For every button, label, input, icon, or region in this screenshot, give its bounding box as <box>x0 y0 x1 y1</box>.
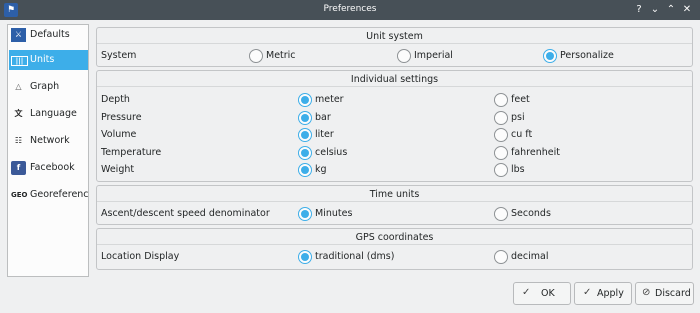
sidebar-item-label: Network <box>30 135 70 146</box>
weight-lbs-label[interactable]: lbs <box>511 164 525 175</box>
network-icon: ☷ <box>14 136 23 145</box>
temperature-fahrenheit-label[interactable]: fahrenheit <box>511 147 560 158</box>
help-icon[interactable]: ? <box>631 2 647 18</box>
depth-meter-label[interactable]: meter <box>315 94 344 105</box>
temperature-label: Temperature <box>101 147 162 158</box>
ruler-icon: ||| <box>11 56 28 66</box>
depth-feet-radio[interactable] <box>494 93 509 107</box>
weight-lbs-radio[interactable] <box>494 163 509 177</box>
weight-kg-label[interactable]: kg <box>315 164 327 175</box>
close-icon[interactable]: ✕ <box>679 2 695 18</box>
system-label: System <box>101 50 137 61</box>
group-title: Unit system <box>366 31 423 42</box>
location-display-label: Location Display <box>101 251 180 262</box>
volume-cuft-label[interactable]: cu ft <box>511 129 532 140</box>
minimize-icon[interactable]: ⌄ <box>647 2 663 18</box>
imperial-label[interactable]: Imperial <box>414 50 453 61</box>
minutes-radio[interactable] <box>298 207 313 221</box>
volume-cuft-radio[interactable] <box>494 128 509 142</box>
window-title: Preferences <box>323 4 377 14</box>
sidebar-item-units[interactable]: ||| Units <box>9 50 88 70</box>
sidebar-item-language[interactable]: 文 Language <box>9 104 88 124</box>
sidebar-item-label: Georeferenc <box>30 189 89 200</box>
imperial-radio[interactable] <box>397 49 412 63</box>
sidebar-item-facebook[interactable]: f Facebook <box>9 158 88 178</box>
check-icon: ✓ <box>583 287 592 298</box>
personalize-label[interactable]: Personalize <box>560 50 614 61</box>
geo-icon: GEO <box>11 191 28 199</box>
group-title: GPS coordinates <box>355 232 434 243</box>
time-units-group: Time units Ascent/descent speed denomina… <box>96 185 693 225</box>
divider <box>97 244 692 245</box>
speed-denominator-label: Ascent/descent speed denominator <box>101 208 270 219</box>
pressure-psi-radio[interactable] <box>494 111 509 125</box>
sidebar-item-label: Defaults <box>30 29 70 40</box>
seconds-label[interactable]: Seconds <box>511 208 551 219</box>
depth-feet-label[interactable]: feet <box>511 94 530 105</box>
sidebar-item-network[interactable]: ☷ Network <box>9 131 88 151</box>
sidebar-item-label: Units <box>30 54 55 65</box>
minutes-label[interactable]: Minutes <box>315 208 352 219</box>
check-icon: ✓ <box>522 287 531 298</box>
sidebar-item-label: Facebook <box>30 162 75 173</box>
personalize-radio[interactable] <box>543 49 558 63</box>
sidebar-item-georeference[interactable]: GEO Georeferenc <box>9 185 88 205</box>
preferences-sidebar: ⚔ Defaults ||| Units △ Graph 文 Language … <box>7 24 89 277</box>
sidebar-item-label: Graph <box>30 81 60 92</box>
temperature-fahrenheit-radio[interactable] <box>494 146 509 160</box>
sidebar-item-defaults[interactable]: ⚔ Defaults <box>9 25 88 45</box>
language-icon: 文 <box>14 109 23 118</box>
divider <box>97 201 692 202</box>
ok-button[interactable]: ✓ OK <box>513 282 571 305</box>
traditional-dms-label[interactable]: traditional (dms) <box>315 251 394 262</box>
apply-button[interactable]: ✓ Apply <box>574 282 632 305</box>
depth-label: Depth <box>101 94 130 105</box>
weight-kg-radio[interactable] <box>298 163 313 177</box>
pressure-bar-radio[interactable] <box>298 111 313 125</box>
volume-liter-label[interactable]: liter <box>315 129 334 140</box>
temperature-celsius-radio[interactable] <box>298 146 313 160</box>
traditional-dms-radio[interactable] <box>298 250 313 264</box>
graph-icon: △ <box>15 82 22 91</box>
group-title: Individual settings <box>350 74 439 85</box>
divider <box>97 43 692 44</box>
pressure-label: Pressure <box>101 112 142 123</box>
unit-system-group: Unit system System Metric Imperial Perso… <box>96 27 693 67</box>
volume-label: Volume <box>101 129 137 140</box>
decimal-label[interactable]: decimal <box>511 251 548 262</box>
decimal-radio[interactable] <box>494 250 509 264</box>
depth-meter-radio[interactable] <box>298 93 313 107</box>
gps-coordinates-group: GPS coordinates Location Display traditi… <box>96 228 693 270</box>
diver-icon: ⚔ <box>11 28 26 42</box>
group-title: Time units <box>369 189 420 200</box>
pressure-psi-label[interactable]: psi <box>511 112 525 123</box>
temperature-celsius-label[interactable]: celsius <box>315 147 347 158</box>
sidebar-item-graph[interactable]: △ Graph <box>9 77 88 97</box>
maximize-icon[interactable]: ⌃ <box>663 2 679 18</box>
volume-liter-radio[interactable] <box>298 128 313 142</box>
facebook-icon: f <box>11 161 26 175</box>
divider <box>97 86 692 87</box>
metric-radio[interactable] <box>249 49 264 63</box>
metric-label[interactable]: Metric <box>266 50 296 61</box>
sidebar-item-label: Language <box>30 108 77 119</box>
cancel-icon: ⊘ <box>642 287 651 298</box>
individual-settings-group: Individual settings Depth meter feet Pre… <box>96 70 693 182</box>
weight-label: Weight <box>101 164 135 175</box>
title-bar: ⚑ Preferences ? ⌄ ⌃ ✕ <box>0 0 700 20</box>
pressure-bar-label[interactable]: bar <box>315 112 331 123</box>
seconds-radio[interactable] <box>494 207 509 221</box>
discard-button[interactable]: ⊘ Discard <box>635 282 694 305</box>
